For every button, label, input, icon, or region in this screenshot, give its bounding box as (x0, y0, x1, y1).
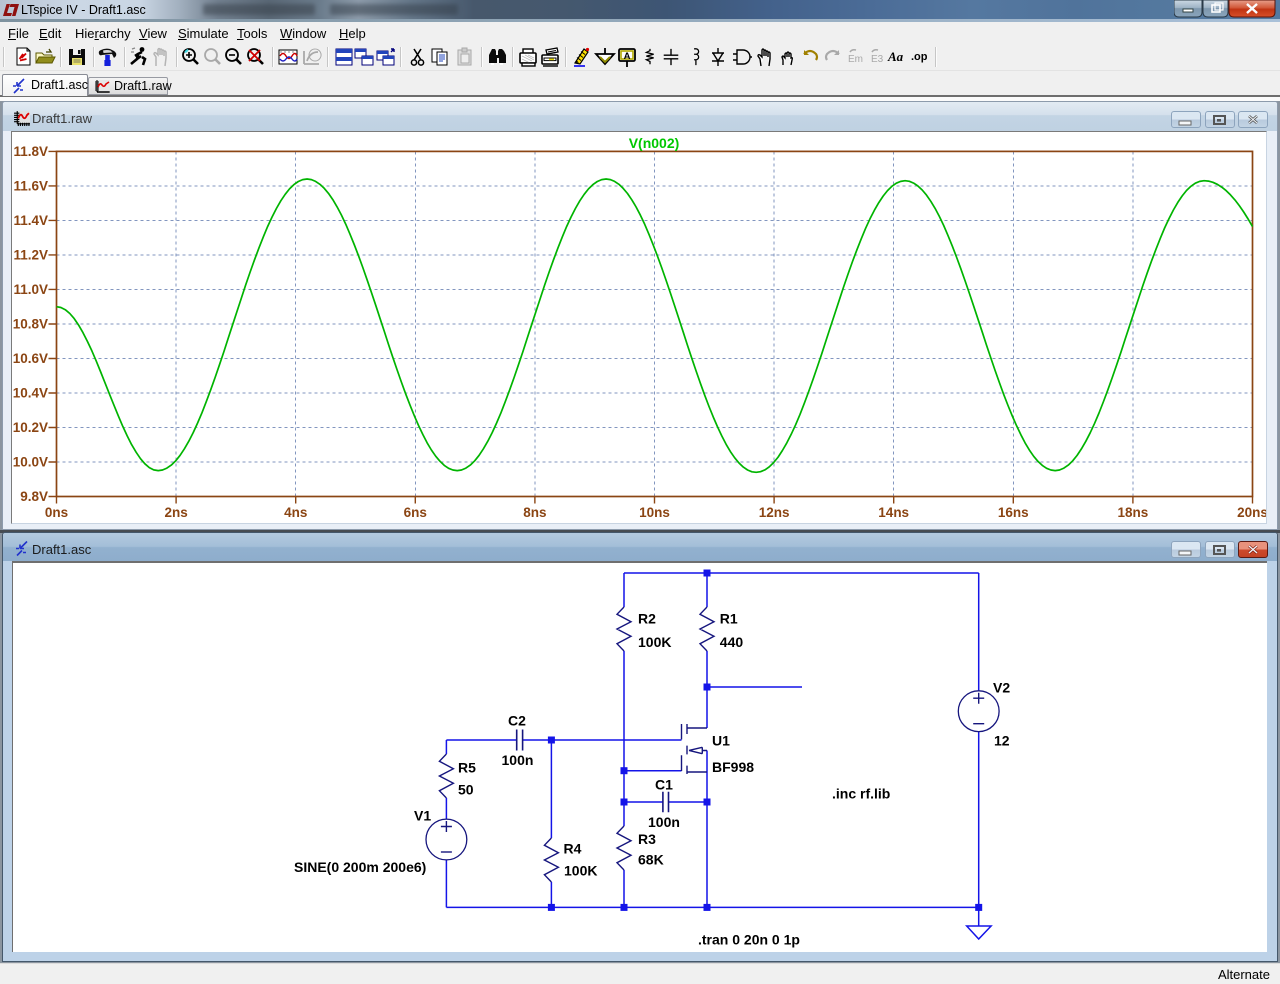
svg-text:Em: Em (848, 54, 863, 65)
svg-text:16ns: 16ns (998, 505, 1029, 520)
svg-text:10.8V: 10.8V (13, 317, 48, 332)
svg-text:10.2V: 10.2V (13, 420, 48, 435)
svg-text:11.8V: 11.8V (13, 144, 48, 159)
svg-text:BF998: BF998 (712, 759, 754, 775)
svg-text:U1: U1 (712, 733, 730, 749)
svg-text:11.6V: 11.6V (13, 178, 48, 193)
svg-text:11.4V: 11.4V (13, 213, 48, 228)
svg-text:10.0V: 10.0V (13, 455, 48, 470)
svg-text:100n: 100n (648, 814, 680, 830)
svg-text:V(n002): V(n002) (629, 135, 680, 151)
svg-text:100n: 100n (502, 752, 534, 768)
svg-text:R2: R2 (638, 611, 656, 627)
svg-text:68K: 68K (638, 852, 664, 868)
svg-text:4ns: 4ns (284, 505, 307, 520)
svg-text:10.6V: 10.6V (13, 351, 48, 366)
svg-text:C1: C1 (655, 777, 673, 793)
svg-text:0ns: 0ns (45, 505, 68, 520)
svg-text:2ns: 2ns (164, 505, 187, 520)
svg-text:R3: R3 (638, 831, 656, 847)
svg-text:10.4V: 10.4V (13, 386, 48, 401)
svg-text:Aa: Aa (887, 49, 904, 64)
svg-text:V2: V2 (993, 680, 1010, 696)
svg-text:R5: R5 (458, 760, 476, 776)
svg-text:20ns: 20ns (1237, 505, 1266, 520)
svg-text:A: A (624, 51, 631, 62)
svg-text:V1: V1 (414, 808, 431, 824)
svg-text:11.0V: 11.0V (13, 282, 48, 297)
svg-text:100K: 100K (638, 634, 671, 650)
svg-text:C2: C2 (508, 713, 526, 729)
svg-text:.op: .op (911, 51, 928, 63)
svg-text:14ns: 14ns (878, 505, 909, 520)
svg-text:R1: R1 (720, 611, 738, 627)
svg-text:10ns: 10ns (639, 505, 670, 520)
svg-text:11.2V: 11.2V (13, 247, 48, 262)
svg-text:6ns: 6ns (404, 505, 427, 520)
svg-text:12: 12 (994, 733, 1010, 749)
svg-text:50: 50 (458, 782, 474, 798)
svg-text:9.8V: 9.8V (20, 489, 48, 504)
svg-text:E3: E3 (871, 54, 884, 65)
svg-text:.tran 0 20n 0 1p: .tran 0 20n 0 1p (698, 932, 800, 948)
svg-text:18ns: 18ns (1118, 505, 1149, 520)
svg-text:SINE(0 200m 200e6): SINE(0 200m 200e6) (294, 859, 426, 875)
svg-text:12ns: 12ns (759, 505, 790, 520)
svg-text:100K: 100K (564, 863, 597, 879)
svg-text:440: 440 (720, 634, 744, 650)
svg-text:8ns: 8ns (523, 505, 546, 520)
svg-text:R4: R4 (564, 841, 582, 857)
svg-text:.inc rf.lib: .inc rf.lib (832, 786, 890, 802)
